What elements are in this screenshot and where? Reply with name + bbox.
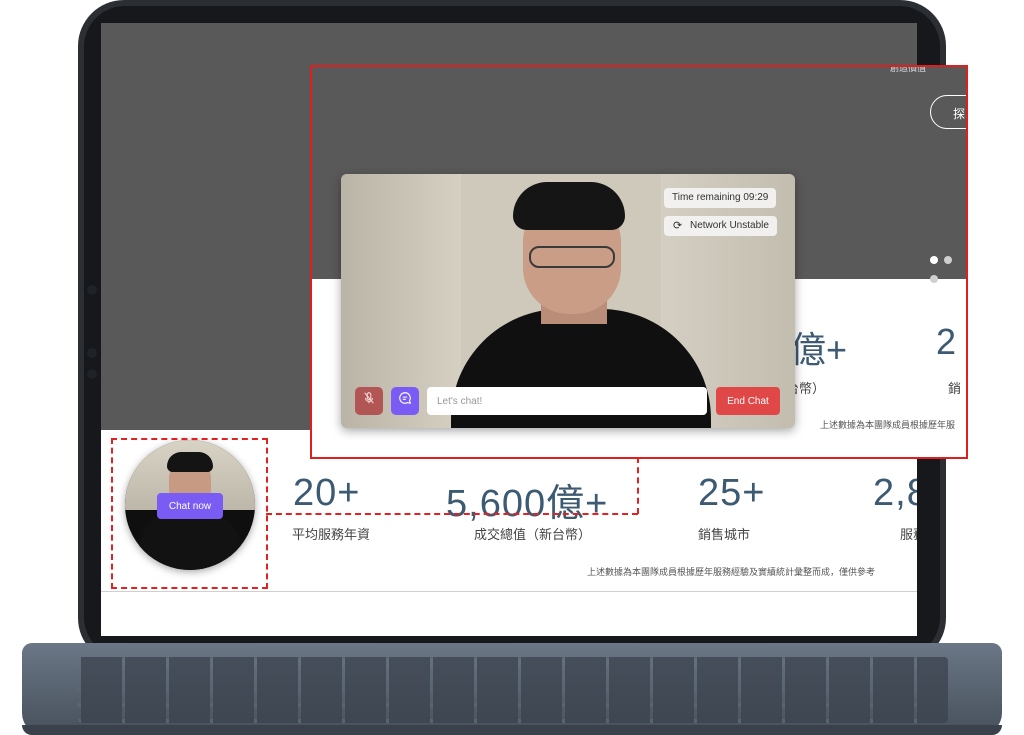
stat-label: 銷售城市	[698, 528, 751, 543]
microphone-off-icon	[364, 392, 374, 404]
network-status-text: Network Unstable	[690, 220, 769, 231]
stats-note: 上述數據為本團隊成員根據歷年服務經驗及實績統計彙整而成，僅供參考	[587, 568, 876, 578]
video-person-glasses	[529, 246, 615, 268]
keyboard	[22, 643, 1002, 735]
video-chat-window: Time remaining 09:29 ⟳ Network Unstable …	[341, 174, 795, 428]
carousel-dot[interactable]	[944, 256, 952, 264]
stat-value: 5,600億+	[446, 483, 609, 525]
stat-label: 服務	[900, 528, 917, 543]
zoomed-view: 創造價值 探 億+ 台幣） 2 銷 上述數據為本團隊成員根據歷年服 Time r…	[310, 65, 968, 459]
stat-clip: 2,8 服務	[870, 460, 917, 560]
connector-horizontal	[266, 513, 638, 515]
chat-bubble-icon	[399, 392, 412, 405]
carousel-dot[interactable]	[930, 256, 938, 264]
divider	[101, 591, 917, 592]
zoomed-stats-note: 上述數據為本團隊成員根據歷年服	[820, 421, 956, 431]
tablet-side-button	[87, 369, 97, 379]
stat-value: 25+	[698, 472, 766, 514]
message-button[interactable]	[391, 387, 419, 415]
network-status-badge: ⟳ Network Unstable	[664, 216, 777, 236]
chat-input[interactable]	[427, 387, 707, 415]
end-chat-button[interactable]: End Chat	[716, 387, 780, 415]
tablet-side-button	[87, 285, 97, 295]
stat-label: 平均服務年資	[292, 528, 371, 543]
mute-microphone-button[interactable]	[355, 387, 383, 415]
keyboard-keys	[78, 657, 948, 723]
zoomed-top-text: 創造價值	[890, 65, 927, 74]
refresh-icon: ⟳	[673, 220, 683, 232]
avatar-highlight-box	[111, 438, 268, 589]
keyboard-edge	[22, 725, 1002, 735]
time-remaining-badge: Time remaining 09:29	[664, 188, 777, 208]
connector-vertical	[637, 457, 639, 514]
zoomed-stat-label: 銷	[948, 382, 962, 397]
stat-value: 20+	[293, 472, 361, 514]
zoomed-stat-value: 2	[936, 321, 957, 362]
tablet-side-button	[87, 348, 97, 358]
stat-value: 2,8	[873, 472, 917, 514]
carousel-dots	[930, 249, 966, 287]
explore-button[interactable]: 探	[930, 95, 966, 129]
video-person-hair	[513, 182, 625, 230]
stat-label: 成交總值（新台幣）	[474, 528, 592, 543]
zoomed-stat-value: 億+	[790, 329, 848, 370]
carousel-dot[interactable]	[930, 275, 938, 283]
